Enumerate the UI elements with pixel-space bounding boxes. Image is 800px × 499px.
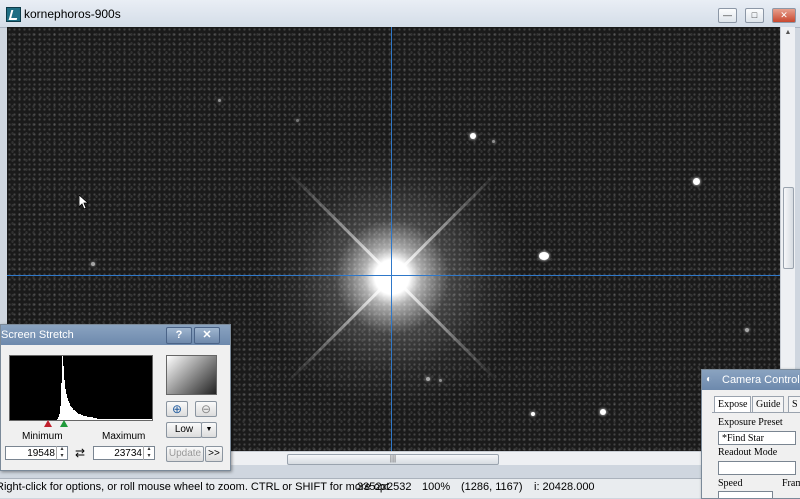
tab-settings[interactable]: S [788, 396, 800, 413]
horizontal-scroll-thumb[interactable]: ||| [287, 454, 499, 465]
minimize-button[interactable]: — [718, 8, 737, 23]
status-dimensions: 3352x2532 [357, 481, 412, 493]
tab-divider [712, 412, 800, 413]
app-icon [6, 7, 21, 22]
star [539, 252, 549, 260]
speed-label: Speed [718, 478, 743, 489]
status-coords: (1286, 1167) [461, 481, 523, 493]
camera-control-panel: ◐ Camera Control Expose Guide S Exposure… [701, 369, 800, 499]
maximum-input[interactable]: 23734 [93, 446, 155, 460]
swap-icon[interactable]: ⇄ [73, 446, 87, 460]
window-title: kornephoros-900s [24, 7, 121, 21]
tab-expose[interactable]: Expose [714, 396, 752, 413]
histogram-bar [152, 419, 153, 420]
star [439, 379, 442, 382]
status-intensity: i: 20428.000 [534, 481, 595, 493]
maximum-label: Maximum [102, 431, 146, 442]
frame-label: Fram [782, 478, 800, 489]
camera-icon: ◐ [706, 374, 713, 385]
histogram[interactable] [9, 355, 153, 421]
status-zoom: 100% [422, 481, 451, 493]
star [745, 328, 749, 332]
star [531, 412, 535, 416]
mouse-pointer-icon [79, 195, 89, 210]
exposure-preset-select[interactable]: *Find Star [718, 431, 796, 445]
panel-close-button[interactable]: ✕ [194, 327, 220, 344]
status-bar: Right-click for options, or roll mouse w… [0, 478, 800, 498]
preset-dropdown[interactable]: Low [166, 422, 202, 438]
expand-button[interactable]: >> [205, 446, 223, 462]
star [470, 133, 476, 139]
star [600, 409, 606, 415]
camera-title-bar[interactable]: ◐ Camera Control [702, 370, 800, 390]
title-bar: kornephoros-900s — □ ✕ [0, 0, 800, 28]
star [91, 262, 95, 266]
gradient-preview [166, 355, 217, 395]
vertical-scroll-thumb[interactable] [783, 187, 794, 269]
crosshair-vertical [391, 27, 392, 451]
star [492, 140, 495, 143]
maximum-marker-icon[interactable] [60, 420, 68, 427]
readout-mode-label: Readout Mode [718, 447, 778, 458]
readout-mode-select[interactable] [718, 461, 796, 475]
speed-select[interactable] [718, 491, 773, 498]
camera-title: Camera Control [722, 374, 800, 386]
star [693, 178, 700, 185]
exposure-preset-label: Exposure Preset [718, 417, 783, 428]
screen-stretch-panel: Screen Stretch ? ✕ Minimum Maximum 19548… [0, 324, 231, 471]
close-button[interactable]: ✕ [772, 8, 796, 23]
update-button[interactable]: Update [166, 446, 204, 462]
star [218, 99, 221, 102]
zoom-in-icon[interactable]: ⊕ [166, 401, 188, 417]
zoom-out-icon[interactable]: ⊖ [195, 401, 217, 417]
panel-title-bar[interactable]: Screen Stretch ? ✕ [1, 325, 230, 345]
status-hint: Right-click for options, or roll mouse w… [0, 481, 390, 493]
minimum-marker-icon[interactable] [44, 420, 52, 427]
minimum-input[interactable]: 19548 [5, 446, 68, 460]
scroll-up-icon[interactable]: ▲ [783, 29, 793, 36]
minimum-label: Minimum [22, 431, 63, 442]
panel-title: Screen Stretch [1, 329, 74, 341]
maximize-button[interactable]: □ [745, 8, 764, 23]
crosshair-horizontal [7, 275, 780, 276]
star [296, 119, 299, 122]
tab-guide[interactable]: Guide [752, 396, 785, 413]
star [426, 377, 430, 381]
help-button[interactable]: ? [166, 327, 192, 344]
preset-dropdown-chevron-down-icon[interactable]: ▼ [201, 422, 217, 438]
